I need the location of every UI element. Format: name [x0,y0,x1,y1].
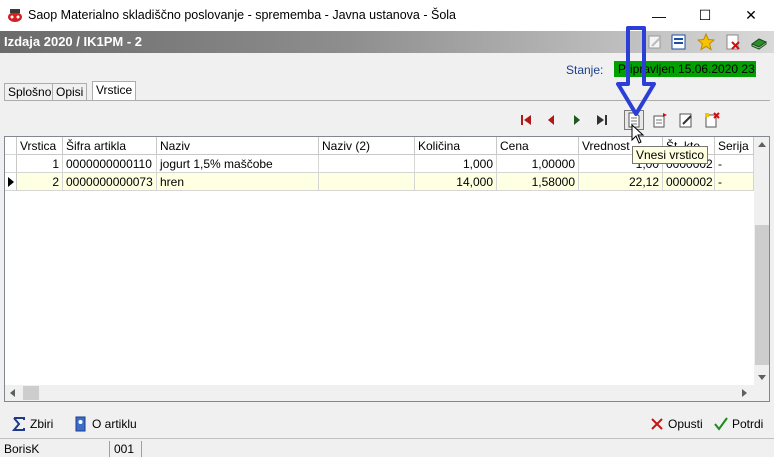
cell-kolicina: 14,000 [415,173,497,191]
delete-row-button[interactable] [702,110,722,130]
vertical-scroll-thumb[interactable] [755,225,769,365]
book-icon[interactable] [750,33,768,51]
first-record-button[interactable] [516,110,536,130]
cell-cena: 1,00000 [497,155,579,173]
delete-document-icon[interactable] [724,33,742,51]
cancel-x-icon [651,418,663,430]
horizontal-scrollbar[interactable] [5,385,754,401]
confirm-check-icon [714,417,728,431]
cell-serija: - [715,155,754,173]
cell-naziv: hren [157,173,319,191]
last-record-button[interactable] [592,110,612,130]
cell-vrstica: 1 [17,155,63,173]
cell-naziv2 [319,173,415,191]
last-record-icon [597,115,607,125]
cell-naziv: jogurt 1,5% maščobe [157,155,319,173]
header-indicator [5,137,17,155]
edit-row-icon [679,113,692,128]
cell-konto: 0000002 [663,173,715,191]
stanje-label: Stanje: [566,63,604,77]
insert-row-tooltip: Vnesi vrstico [632,146,709,164]
cell-sifra: 0000000000073 [63,173,157,191]
first-record-icon [521,115,531,125]
close-button[interactable]: ✕ [728,0,774,31]
horizontal-scroll-thumb[interactable] [23,386,39,400]
maximize-button[interactable]: ☐ [682,0,728,31]
cell-kolicina: 1,000 [415,155,497,173]
next-record-icon [574,115,580,125]
scroll-left-icon[interactable] [9,388,17,398]
status-code: 001 [112,441,142,457]
annotation-arrow-icon [616,26,656,116]
scroll-up-icon[interactable] [757,141,767,149]
column-header-vrstica[interactable]: Vrstica [17,137,63,155]
rows-grid[interactable]: Vrstica Šifra artikla Naziv Naziv (2) Ko… [4,136,770,402]
column-header-serija[interactable]: Serija [715,137,754,155]
cell-vrednost: 22,12 [579,173,663,191]
mouse-cursor-icon [631,124,645,144]
cell-serija: - [715,173,754,191]
zbiri-button[interactable]: Zbiri [12,414,53,434]
potrdi-label: Potrdi [732,417,764,431]
column-header-naziv[interactable]: Naziv [157,137,319,155]
current-row-indicator [5,173,17,191]
star-icon[interactable] [697,33,715,51]
form-icon[interactable] [670,33,688,51]
cell-naziv2 [319,155,415,173]
previous-record-icon [548,115,554,125]
next-record-button[interactable] [567,110,587,130]
previous-record-button[interactable] [541,110,561,130]
app-logo-icon [8,9,22,22]
cell-sifra: 0000000000110 [63,155,157,173]
cell-cena: 1,58000 [497,173,579,191]
status-bar: BorisK 001 [0,438,774,457]
scroll-down-icon[interactable] [757,373,767,381]
potrdi-button[interactable]: Potrdi [714,414,763,434]
column-header-naziv2[interactable]: Naziv (2) [319,137,415,155]
row-pointer-icon [8,177,14,187]
tab-vrstice[interactable]: Vrstice [92,81,137,100]
tab-splosno[interactable]: Splošno [4,83,56,100]
sigma-icon [12,417,25,431]
opusti-label: Opusti [668,417,703,431]
table-row[interactable]: 2 0000000000073 hren 14,000 1,58000 22,1… [5,173,754,191]
document-title: Izdaja 2020 / IK1PM - 2 [4,34,143,49]
column-header-sifra[interactable]: Šifra artikla [63,137,157,155]
o-artiklu-button[interactable]: O artiklu [74,414,137,434]
opusti-button[interactable]: Opusti [650,414,703,434]
scroll-corner [754,385,769,401]
o-artiklu-label: O artiklu [92,417,137,431]
scroll-right-icon[interactable] [740,388,748,398]
row-indicator [5,155,17,173]
status-user: BorisK [2,441,110,457]
delete-row-icon [705,112,720,128]
zbiri-label: Zbiri [30,417,54,431]
tab-opisi[interactable]: Opisi [52,83,88,100]
window-title: Saop Materialno skladiščno poslovanje - … [28,8,457,22]
article-info-icon [75,416,86,432]
column-header-cena[interactable]: Cena [497,137,579,155]
column-header-kolicina[interactable]: Količina [415,137,497,155]
edit-row-button[interactable] [676,110,696,130]
cell-vrstica: 2 [17,173,63,191]
vertical-scrollbar[interactable] [754,137,769,385]
